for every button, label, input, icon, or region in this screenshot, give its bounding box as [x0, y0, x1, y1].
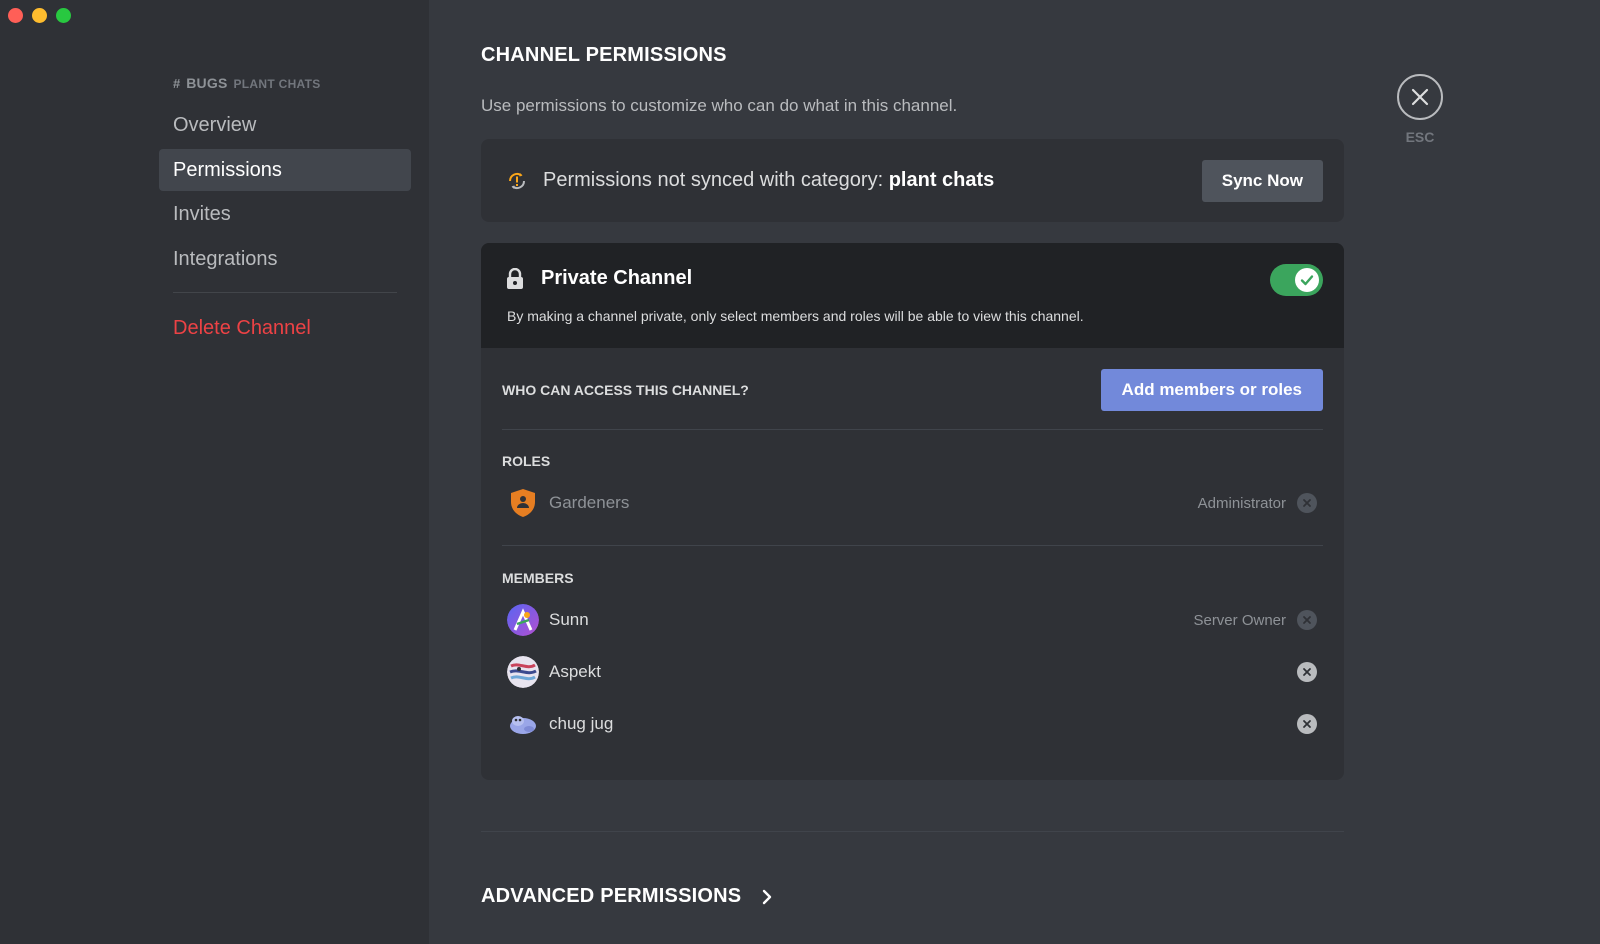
page-title: CHANNEL PERMISSIONS — [481, 44, 727, 66]
advanced-permissions-toggle[interactable]: ADVANCED PERMISSIONS — [481, 885, 773, 908]
esc-label: ESC — [1405, 129, 1435, 145]
avatar — [507, 604, 539, 636]
role-name: Gardeners — [549, 493, 630, 512]
section-divider — [502, 429, 1323, 430]
delete-channel-button[interactable]: Delete Channel — [159, 307, 411, 349]
page-description: Use permissions to customize who can do … — [481, 96, 958, 115]
role-row: Gardeners Administrator — [502, 483, 1323, 523]
member-name: Aspekt — [549, 662, 601, 681]
zoom-window-button[interactable] — [56, 8, 71, 23]
access-label: WHO CAN ACCESS THIS CHANNEL? — [502, 382, 749, 398]
member-name: Sunn — [549, 610, 589, 629]
section-divider — [502, 545, 1323, 546]
members-label: MEMBERS — [502, 570, 574, 586]
minimize-window-button[interactable] — [32, 8, 47, 23]
sidebar-item-invites[interactable]: Invites — [159, 193, 411, 235]
sync-notice: Permissions not synced with category: pl… — [481, 139, 1344, 222]
sidebar-item-integrations[interactable]: Integrations — [159, 238, 411, 280]
sync-now-button[interactable]: Sync Now — [1201, 159, 1323, 202]
check-icon — [1300, 275, 1314, 286]
sidebar-item-overview[interactable]: Overview — [159, 104, 411, 146]
sync-text: Permissions not synced with category: pl… — [543, 169, 1202, 192]
sync-category-name: plant chats — [888, 169, 995, 191]
sidebar-header: # BUGS PLANT CHATS — [173, 75, 321, 91]
avatar — [510, 716, 536, 734]
close-icon — [1411, 88, 1429, 106]
remove-role-button — [1297, 493, 1317, 513]
member-row: Sunn Server Owner — [502, 600, 1323, 640]
member-name: chug jug — [549, 714, 614, 733]
private-channel-toggle[interactable] — [1270, 264, 1323, 296]
chevron-right-icon — [763, 889, 772, 904]
lock-icon — [507, 268, 523, 289]
close-icon — [1303, 499, 1311, 507]
remove-member-button — [1297, 610, 1317, 630]
private-channel-description: By making a channel private, only select… — [507, 308, 1084, 324]
member-row: Aspekt — [502, 652, 1323, 692]
close-button[interactable] — [1397, 74, 1443, 120]
close-icon — [1303, 616, 1311, 624]
sync-warning-icon — [508, 172, 526, 189]
private-channel-title: Private Channel — [541, 267, 693, 289]
category-name: PLANT CHATS — [233, 77, 321, 91]
window-controls — [8, 8, 71, 23]
shield-icon — [511, 489, 535, 517]
member-tag: Server Owner — [1193, 611, 1286, 629]
remove-member-button[interactable] — [1297, 662, 1317, 682]
private-channel-card: Private Channel By making a channel priv… — [481, 243, 1344, 780]
toggle-knob — [1295, 268, 1319, 292]
section-divider — [481, 831, 1344, 832]
private-channel-header: Private Channel By making a channel priv… — [481, 243, 1344, 348]
close-settings[interactable]: ESC — [1397, 74, 1443, 145]
sync-text-label: Permissions not synced with category: — [543, 169, 889, 191]
role-tag: Administrator — [1197, 494, 1286, 512]
member-row: chug jug — [502, 704, 1323, 744]
channel-name: BUGS — [186, 75, 228, 91]
sidebar-divider — [173, 291, 397, 293]
remove-member-button[interactable] — [1297, 714, 1317, 734]
avatar — [507, 656, 539, 688]
settings-nav: Overview Permissions Invites Integration… — [159, 104, 411, 351]
close-icon — [1303, 668, 1311, 676]
hash-icon: # — [173, 76, 181, 91]
access-header: WHO CAN ACCESS THIS CHANNEL? Add members… — [502, 369, 1323, 411]
sidebar-item-permissions[interactable]: Permissions — [159, 148, 411, 191]
advanced-permissions-label: ADVANCED PERMISSIONS — [481, 885, 742, 907]
close-icon — [1303, 720, 1311, 728]
close-window-button[interactable] — [8, 8, 23, 23]
add-members-button[interactable]: Add members or roles — [1100, 369, 1323, 411]
settings-sidebar: # BUGS PLANT CHATS Overview Permissions … — [0, 0, 429, 944]
roles-label: ROLES — [502, 453, 551, 469]
